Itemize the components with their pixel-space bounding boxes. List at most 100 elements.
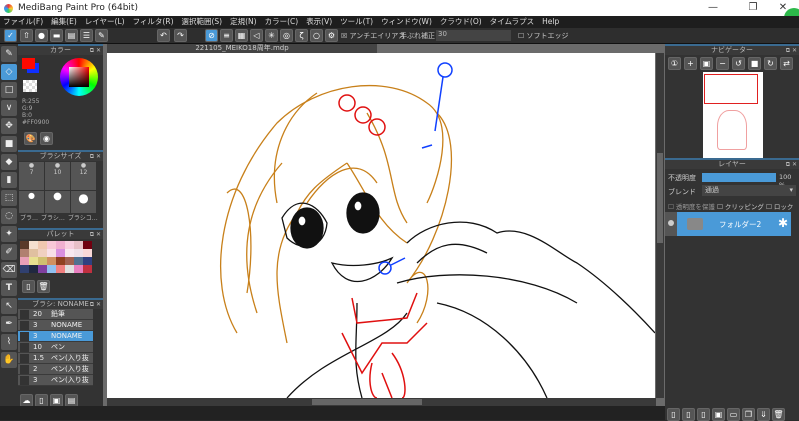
horizontal-scrollbar[interactable]: [107, 398, 656, 406]
menu-select[interactable]: 選択範囲(S): [182, 16, 223, 28]
protect-alpha-checkbox[interactable]: ☐ 透明度を保護: [668, 203, 715, 211]
duplicate-layer-icon[interactable]: ❐: [742, 408, 755, 421]
grid-snap-icon[interactable]: ▦: [235, 29, 248, 42]
magic-wand-tool[interactable]: ✦: [1, 226, 17, 242]
palette-swatch[interactable]: [29, 241, 38, 249]
flip-icon[interactable]: ⇄: [780, 57, 793, 70]
shape-tool[interactable]: □: [1, 82, 17, 98]
menu-layer[interactable]: レイヤー(L): [85, 16, 125, 28]
palette-swatch[interactable]: [47, 249, 56, 257]
new-folder-icon[interactable]: ▭: [727, 408, 740, 421]
brush-size-item[interactable]: ●: [45, 191, 70, 213]
transparent-swatch[interactable]: [23, 80, 37, 92]
palette-swatch[interactable]: [83, 265, 92, 273]
palette-swatch[interactable]: [65, 249, 74, 257]
circle-snap-icon[interactable]: ○: [310, 29, 323, 42]
scroll-thumb[interactable]: [657, 153, 663, 243]
visibility-icon[interactable]: [668, 220, 674, 226]
palette-swatch[interactable]: [29, 249, 38, 257]
drawing-canvas[interactable]: [107, 53, 655, 398]
palette-swatch[interactable]: [65, 241, 74, 249]
zoom-reset-icon[interactable]: ①: [668, 57, 681, 70]
concentric-snap-icon[interactable]: ◎: [280, 29, 293, 42]
brush-item[interactable]: 3 NONAME: [18, 320, 93, 331]
lock-checkbox[interactable]: ☐ ロック: [766, 203, 793, 211]
list-icon[interactable]: ☰: [80, 29, 93, 42]
merge-down-icon[interactable]: ⇓: [757, 408, 770, 421]
brush-tool[interactable]: ✎: [1, 46, 17, 62]
palette-swatch[interactable]: [47, 257, 56, 265]
menu-file[interactable]: ファイル(F): [3, 16, 43, 28]
brush-size-7[interactable]: ● 7: [19, 162, 44, 190]
color-wheel[interactable]: [60, 58, 98, 96]
navigator-preview[interactable]: [703, 72, 763, 158]
new-8bit-layer-icon[interactable]: ▯: [697, 408, 710, 421]
brush-size-item[interactable]: ●: [71, 191, 96, 213]
palette-swatch[interactable]: [20, 241, 29, 249]
snap-off-icon[interactable]: ⊘: [205, 29, 218, 42]
palette-swatch[interactable]: [74, 241, 83, 249]
move-tool[interactable]: ✥: [1, 118, 17, 134]
page-icon[interactable]: ▤: [65, 29, 78, 42]
comment-icon[interactable]: ●: [35, 29, 48, 42]
brush-item[interactable]: 10 ペン: [18, 342, 93, 353]
actual-size-icon[interactable]: ■: [748, 57, 761, 70]
cloud-icon[interactable]: ✓: [4, 29, 17, 42]
vertical-scrollbar[interactable]: [656, 53, 664, 398]
palette-swatch[interactable]: [29, 257, 38, 265]
layer-row[interactable]: フォルダー2 ✱: [665, 212, 791, 236]
undo-button[interactable]: ↶: [157, 29, 170, 42]
layer-selected[interactable]: フォルダー2 ✱: [677, 212, 791, 236]
palette-swatch[interactable]: [74, 249, 83, 257]
palette-icon[interactable]: 🎨: [24, 132, 37, 145]
menu-timelapse[interactable]: タイムラプス: [490, 16, 534, 28]
color-picker-icon[interactable]: ◉: [40, 132, 53, 145]
share-icon[interactable]: ⇧: [20, 29, 33, 42]
opacity-slider[interactable]: [702, 173, 776, 182]
soft-edge-checkbox[interactable]: ☐ ソフトエッジ: [518, 31, 569, 41]
snap-settings-icon[interactable]: ⚙: [325, 29, 338, 42]
menu-window[interactable]: ウィンドウ(W): [381, 16, 432, 28]
layer-settings-icon[interactable]: ✱: [778, 216, 788, 230]
menu-cloud[interactable]: クラウド(O): [440, 16, 482, 28]
menu-color[interactable]: カラー(C): [265, 16, 299, 28]
brush-item[interactable]: 20 鉛筆: [18, 309, 93, 320]
palette-swatch[interactable]: [56, 257, 65, 265]
brush-item[interactable]: 2 ペン(入り抜: [18, 364, 93, 375]
trash-icon[interactable]: 🗑: [37, 280, 50, 293]
eraser-tool[interactable]: ◇: [1, 64, 17, 80]
lasso-tool[interactable]: ◌: [1, 208, 17, 224]
palette-swatch[interactable]: [20, 265, 29, 273]
blend-select[interactable]: 通過 ▾: [702, 185, 796, 196]
palette-swatch[interactable]: [74, 265, 83, 273]
palette-swatch[interactable]: [65, 265, 74, 273]
tab[interactable]: ブラシコ…: [68, 213, 98, 222]
radial-snap-icon[interactable]: ✳: [265, 29, 278, 42]
brush-item[interactable]: 3 ペン(入り抜: [18, 375, 93, 386]
new-layer-icon[interactable]: ▯: [667, 408, 680, 421]
add-layer-menu-icon[interactable]: ▣: [712, 408, 725, 421]
new-palette-icon[interactable]: ▯: [22, 280, 35, 293]
palette-swatch[interactable]: [38, 241, 47, 249]
palette-swatch[interactable]: [56, 249, 65, 257]
palette-swatch[interactable]: [20, 257, 29, 265]
bucket-tool[interactable]: ◆: [1, 154, 17, 170]
tab[interactable]: ブラシ…: [41, 213, 65, 222]
fill-rect-tool[interactable]: ■: [1, 136, 17, 152]
palette-swatch[interactable]: [83, 249, 92, 257]
stabilizer-select[interactable]: 30: [436, 30, 511, 41]
scroll-thumb[interactable]: [312, 399, 422, 405]
eyedropper-tool[interactable]: ⌇: [1, 334, 17, 350]
perspective-snap-icon[interactable]: ◁: [250, 29, 263, 42]
zoom-out-icon[interactable]: −: [716, 57, 729, 70]
brush-size-12[interactable]: ● 12: [71, 162, 96, 190]
message-icon[interactable]: ▬: [50, 29, 63, 42]
palette-swatch[interactable]: [56, 265, 65, 273]
select-pen-tool[interactable]: ✐: [1, 244, 17, 260]
palette-swatch[interactable]: [20, 249, 29, 257]
palette-swatch[interactable]: [56, 241, 65, 249]
zoom-in-icon[interactable]: +: [684, 57, 697, 70]
palette-swatch[interactable]: [38, 257, 47, 265]
menu-ruler[interactable]: 定規(N): [230, 16, 256, 28]
pen-tool[interactable]: ✒: [1, 316, 17, 332]
